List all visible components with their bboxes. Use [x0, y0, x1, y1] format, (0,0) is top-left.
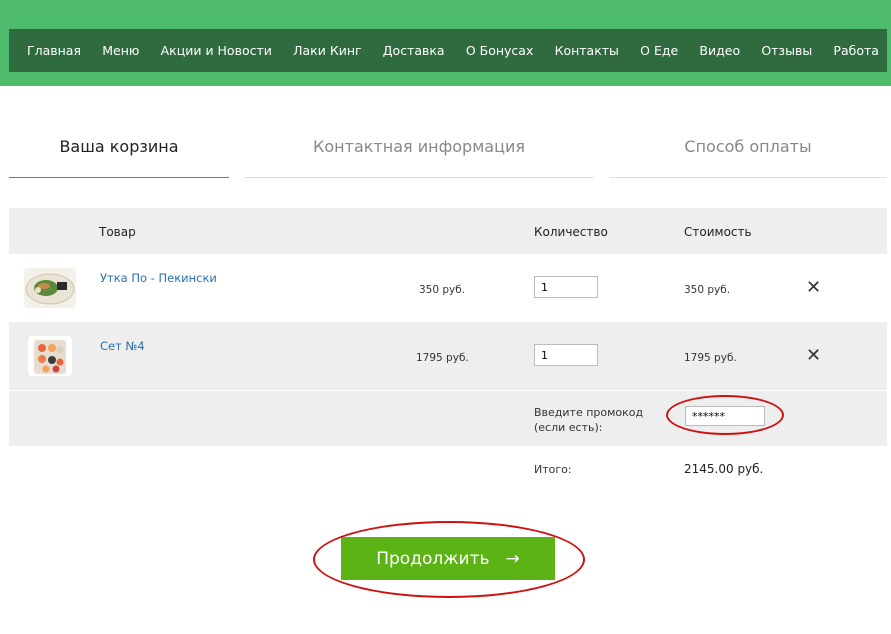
step-contact-info[interactable]: Контактная информация [244, 130, 594, 178]
nav-item-bonuses[interactable]: О Бонусах [466, 43, 534, 58]
total-value: 2145.00 руб. [684, 462, 764, 476]
step-payment-underline [609, 177, 887, 178]
product-thumbnail[interactable] [28, 336, 72, 376]
cart-item-row: Сет №4 1795 руб. 1795 руб. ✕ [9, 322, 887, 390]
main-nav: Главная Меню Акции и Новости Лаки Кинг Д… [9, 29, 887, 72]
nav-item-contacts[interactable]: Контакты [555, 43, 619, 58]
nav-item-video[interactable]: Видео [699, 43, 740, 58]
product-thumbnail[interactable] [24, 268, 76, 308]
total-row: Итого: 2145.00 руб. [9, 446, 887, 490]
cart-header-row: Товар Количество Стоимость [9, 208, 887, 254]
nav-item-reviews[interactable]: Отзывы [761, 43, 812, 58]
promo-code-label-line1: Введите промокод [534, 406, 644, 419]
product-cost: 1795 руб. [684, 352, 737, 364]
quantity-input[interactable] [534, 344, 598, 366]
quantity-input[interactable] [534, 276, 598, 298]
step-cart-underline [9, 177, 229, 178]
site-header: Главная Меню Акции и Новости Лаки Кинг Д… [0, 0, 891, 86]
cost-column-header: Стоимость [684, 225, 752, 239]
nav-item-menu[interactable]: Меню [102, 43, 139, 58]
step-contact-info-underline [244, 177, 594, 178]
product-unit-price: 1795 руб. [416, 352, 469, 364]
close-icon[interactable]: ✕ [806, 347, 821, 365]
nav-item-about-food[interactable]: О Еде [640, 43, 678, 58]
step-payment[interactable]: Способ оплаты [609, 130, 887, 178]
product-name-link[interactable]: Утка По - Пекински [100, 271, 217, 285]
promo-code-label: Введите промокод (если есть): [534, 405, 654, 435]
step-payment-label: Способ оплаты [684, 137, 812, 156]
nav-item-lucky-king[interactable]: Лаки Кинг [293, 43, 361, 58]
step-cart[interactable]: Ваша корзина [9, 130, 229, 178]
product-cost: 350 руб. [684, 284, 731, 296]
checkout-steps: Ваша корзина Контактная информация Спосо… [0, 130, 891, 180]
close-icon[interactable]: ✕ [806, 279, 821, 297]
nav-item-delivery[interactable]: Доставка [383, 43, 445, 58]
step-cart-label: Ваша корзина [59, 137, 179, 156]
nav-item-promotions[interactable]: Акции и Новости [161, 43, 272, 58]
total-label: Итого: [534, 463, 572, 476]
promo-code-row: Введите промокод (если есть): [9, 390, 887, 446]
product-column-header: Товар [99, 225, 136, 239]
product-unit-price: 350 руб. [419, 284, 466, 296]
continue-highlight-ellipse [313, 521, 585, 598]
promo-code-label-line2: (если есть): [534, 421, 603, 434]
nav-item-home[interactable]: Главная [27, 43, 81, 58]
product-name-link[interactable]: Сет №4 [100, 339, 145, 353]
quantity-column-header: Количество [534, 225, 608, 239]
step-contact-info-label: Контактная информация [313, 137, 525, 156]
promo-highlight-ellipse [666, 395, 784, 435]
nav-item-jobs[interactable]: Работа [833, 43, 879, 58]
cart-item-row: Утка По - Пекински 350 руб. 350 руб. ✕ [9, 254, 887, 322]
